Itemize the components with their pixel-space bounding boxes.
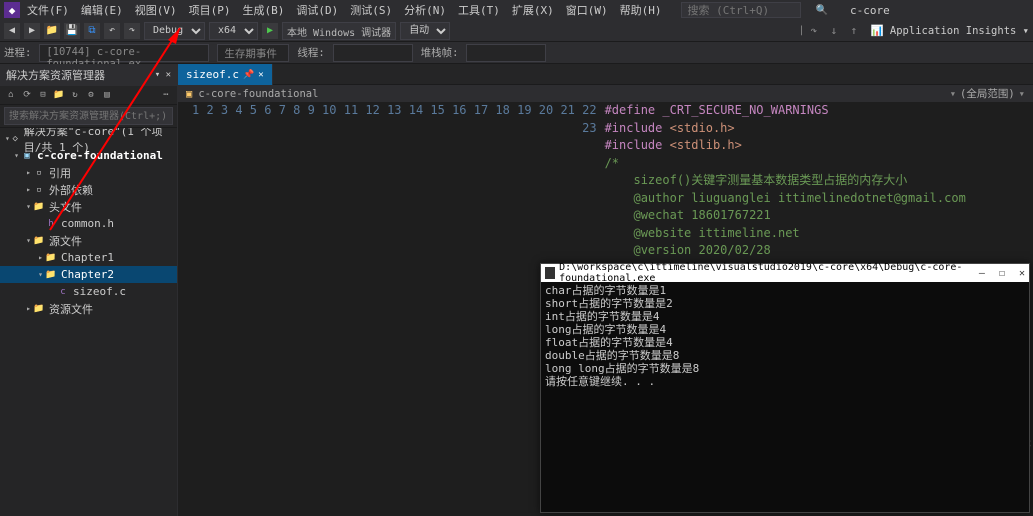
process-label: 进程: bbox=[4, 45, 31, 60]
platform-select[interactable]: x64 bbox=[209, 22, 258, 40]
save-icon[interactable]: 💾 bbox=[64, 23, 80, 39]
source-file[interactable]: csizeof.c bbox=[0, 283, 177, 300]
menu-build[interactable]: 生成(B) bbox=[238, 0, 290, 20]
nav-fwd-icon[interactable]: ▶ bbox=[24, 23, 40, 39]
auto-select[interactable]: 自动 bbox=[400, 22, 450, 40]
menu-ext[interactable]: 扩展(X) bbox=[507, 0, 559, 20]
folder-icon: 📁 bbox=[45, 252, 57, 264]
external-deps-node[interactable]: ▸▫外部依赖 bbox=[0, 181, 177, 198]
save-all-icon[interactable]: ⧉ bbox=[84, 23, 100, 39]
step-into-icon[interactable]: ↓ bbox=[831, 24, 845, 38]
references-node[interactable]: ▸▫引用 bbox=[0, 164, 177, 181]
solution-icon: ◇ bbox=[11, 133, 20, 145]
console-title-text: D:\workspace\c\ittimeline\visualstudio20… bbox=[559, 262, 979, 284]
redo-icon[interactable]: ↷ bbox=[124, 23, 140, 39]
explorer-search-input[interactable] bbox=[4, 107, 173, 125]
project-node[interactable]: ▾▣c-core-foundational bbox=[0, 147, 177, 164]
global-search-input[interactable] bbox=[681, 2, 801, 18]
close-window-icon[interactable]: ✕ bbox=[1019, 268, 1025, 279]
close-icon[interactable]: ✕ bbox=[258, 70, 263, 80]
console-window[interactable]: D:\workspace\c\ittimeline\visualstudio20… bbox=[540, 263, 1030, 513]
stack-label: 堆栈帧: bbox=[421, 45, 459, 60]
menu-project[interactable]: 项目(P) bbox=[184, 0, 236, 20]
menu-help[interactable]: 帮助(H) bbox=[615, 0, 667, 20]
menu-test[interactable]: 测试(S) bbox=[345, 0, 397, 20]
folder-icon: 📁 bbox=[33, 201, 45, 213]
scope-global[interactable]: (全局范围) bbox=[960, 86, 1015, 101]
c-file-icon: c bbox=[57, 286, 69, 298]
sources-folder[interactable]: ▾📁源文件 bbox=[0, 232, 177, 249]
panel-dropdown-icon[interactable]: ▾ ✕ bbox=[155, 70, 171, 80]
console-titlebar[interactable]: D:\workspace\c\ittimeline\visualstudio20… bbox=[541, 264, 1029, 282]
view-icon[interactable]: ▤ bbox=[100, 88, 114, 102]
explorer-toolbar: ⌂ ⟳ ⊟ 📁 ↻ ⚙ ▤ ⋯ bbox=[0, 86, 177, 105]
lifecycle-tab[interactable]: 生存期事件 bbox=[217, 44, 289, 62]
folder-icon: 📁 bbox=[45, 269, 57, 281]
search-icon: 🔍 bbox=[811, 3, 833, 18]
menu-analyze[interactable]: 分析(N) bbox=[399, 0, 451, 20]
pin-icon[interactable]: 📌 bbox=[243, 70, 254, 80]
open-icon[interactable]: 📁 bbox=[44, 23, 60, 39]
step-over-icon[interactable]: ↷ bbox=[811, 24, 825, 38]
thread-label: 线程: bbox=[297, 45, 324, 60]
refresh-icon[interactable]: ↻ bbox=[68, 88, 82, 102]
vs-logo-icon: ◆ bbox=[4, 2, 20, 18]
config-select[interactable]: Debug bbox=[144, 22, 205, 40]
process-field[interactable]: [10744] c-core-foundational.ex… bbox=[39, 44, 209, 62]
references-icon: ▫ bbox=[33, 167, 45, 179]
project-icon: ▣ bbox=[21, 150, 33, 162]
header-file[interactable]: hcommon.h bbox=[0, 215, 177, 232]
console-output: char占据的字节数量是1 short占据的字节数量是2 int占据的字节数量是… bbox=[541, 282, 1029, 512]
menu-edit[interactable]: 编辑(E) bbox=[76, 0, 128, 20]
nav-bar: ▣ c-core-foundational ▾(全局范围)▾ bbox=[178, 85, 1033, 102]
minimize-icon[interactable]: — bbox=[979, 268, 985, 279]
chapter2-folder[interactable]: ▾📁Chapter2 bbox=[0, 266, 177, 283]
nav-back-icon[interactable]: ◀ bbox=[4, 23, 20, 39]
panel-title: 解决方案资源管理器 bbox=[6, 67, 105, 83]
solution-name: c-core bbox=[845, 2, 895, 19]
menu-debug[interactable]: 调试(D) bbox=[291, 0, 343, 20]
folder-icon: 📁 bbox=[33, 303, 45, 315]
home-icon[interactable]: ⌂ bbox=[4, 88, 18, 102]
more-icon[interactable]: ⋯ bbox=[159, 88, 173, 102]
file-type-icon: ▣ bbox=[186, 88, 192, 100]
chapter1-folder[interactable]: ▸📁Chapter1 bbox=[0, 249, 177, 266]
menu-file[interactable]: 文件(F) bbox=[22, 0, 74, 20]
maximize-icon[interactable]: ☐ bbox=[999, 268, 1005, 279]
undo-icon[interactable]: ↶ bbox=[104, 23, 120, 39]
run-icon[interactable]: ▶ bbox=[262, 23, 278, 39]
deps-icon: ▫ bbox=[33, 184, 45, 196]
solution-explorer: 解决方案资源管理器 ▾ ✕ ⌂ ⟳ ⊟ 📁 ↻ ⚙ ▤ ⋯ ▾◇解决方案"c-c… bbox=[0, 64, 178, 516]
props-icon[interactable]: ⚙ bbox=[84, 88, 98, 102]
step-out-icon[interactable]: ↑ bbox=[851, 24, 865, 38]
tab-sizeof[interactable]: sizeof.c📌✕ bbox=[178, 64, 273, 85]
run-target[interactable]: 本地 Windows 调试器 bbox=[282, 22, 396, 40]
menu-view[interactable]: 视图(V) bbox=[130, 0, 182, 20]
menu-tools[interactable]: 工具(T) bbox=[453, 0, 505, 20]
stack-field[interactable] bbox=[466, 44, 546, 62]
solution-node[interactable]: ▾◇解决方案"c-core"(1 个项目/共 1 个) bbox=[0, 130, 177, 147]
debug-toolbar: 进程: [10744] c-core-foundational.ex… 生存期事… bbox=[0, 42, 1033, 64]
menu-window[interactable]: 窗口(W) bbox=[561, 0, 613, 20]
solution-tree[interactable]: ▾◇解决方案"c-core"(1 个项目/共 1 个) ▾▣c-core-fou… bbox=[0, 128, 177, 516]
show-all-icon[interactable]: 📁 bbox=[52, 88, 66, 102]
resources-folder[interactable]: ▸📁资源文件 bbox=[0, 300, 177, 317]
main-toolbar: ◀ ▶ 📁 💾 ⧉ ↶ ↷ Debug x64 ▶ 本地 Windows 调试器… bbox=[0, 20, 1033, 42]
headers-folder[interactable]: ▾📁头文件 bbox=[0, 198, 177, 215]
sync-icon[interactable]: ⟳ bbox=[20, 88, 34, 102]
thread-field[interactable] bbox=[333, 44, 413, 62]
editor-tabs: sizeof.c📌✕ bbox=[178, 64, 1033, 85]
exe-icon bbox=[545, 267, 555, 279]
scope-project[interactable]: c-core-foundational bbox=[198, 88, 318, 100]
app-insights[interactable]: 📊 Application Insights ▾ bbox=[871, 24, 1030, 37]
h-file-icon: h bbox=[45, 218, 57, 230]
collapse-icon[interactable]: ⊟ bbox=[36, 88, 50, 102]
folder-icon: 📁 bbox=[33, 235, 45, 247]
menu-bar: ◆ 文件(F) 编辑(E) 视图(V) 项目(P) 生成(B) 调试(D) 测试… bbox=[0, 0, 1033, 20]
